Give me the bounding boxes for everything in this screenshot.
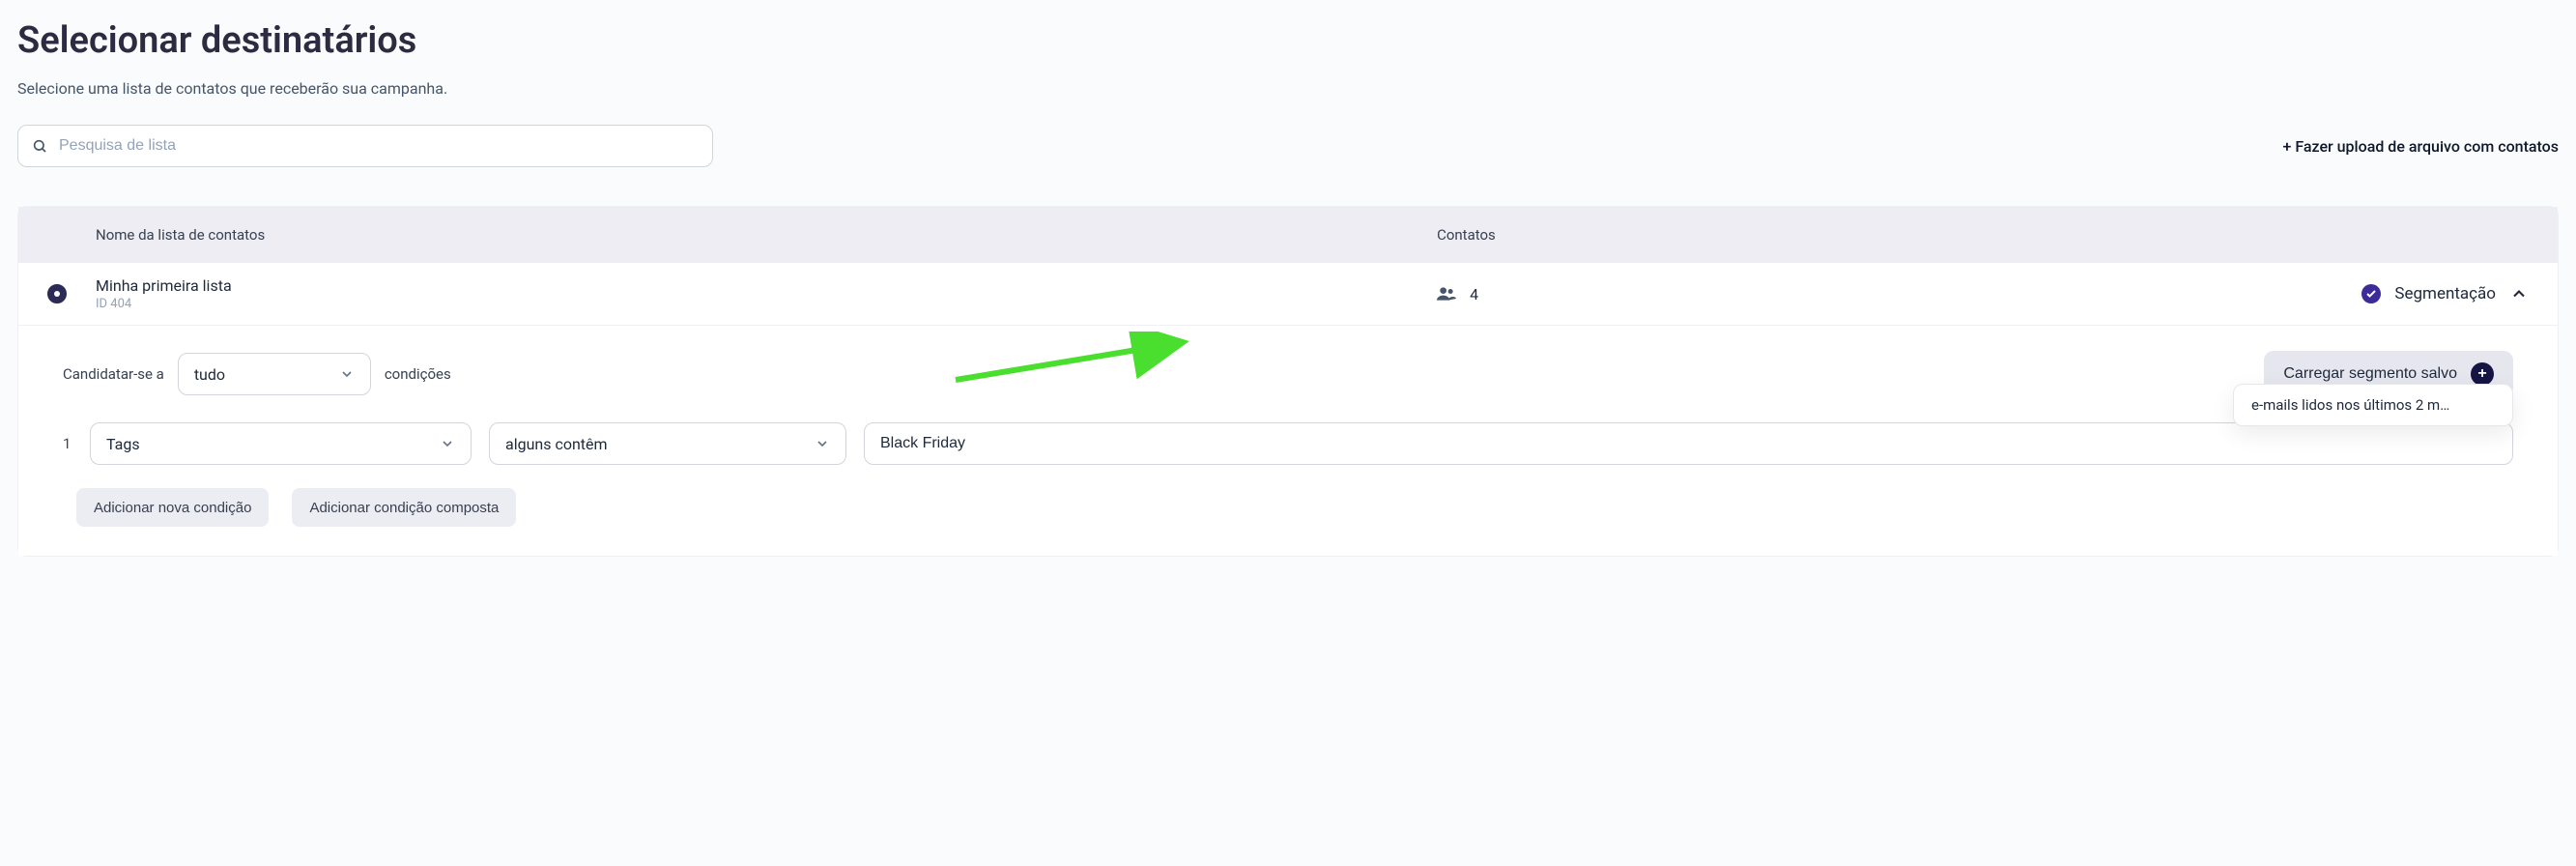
chevron-down-icon <box>339 366 355 382</box>
condition-header: Candidatar-se a tudo condições Carregar … <box>63 351 2513 397</box>
upload-contacts-link[interactable]: + Fazer upload de arquivo com contatos <box>2282 137 2559 156</box>
people-icon <box>1437 287 1456 301</box>
condition-row: 1 Tags alguns contêm <box>63 422 2513 465</box>
add-condition-button[interactable]: Adicionar nova condição <box>76 488 269 527</box>
search-box[interactable] <box>17 125 713 167</box>
add-composite-condition-button[interactable]: Adicionar condição composta <box>292 488 516 527</box>
condition-value-input[interactable] <box>864 422 2513 465</box>
search-icon <box>32 138 47 154</box>
check-circle-icon <box>2361 284 2381 303</box>
page-title: Selecionar destinatários <box>17 19 2559 62</box>
segmentation-toggle[interactable]: Segmentação <box>2032 284 2529 303</box>
conditions-label: condições <box>385 365 451 383</box>
list-name: Minha primeira lista <box>96 276 1437 295</box>
list-id: ID 404 <box>96 297 1437 311</box>
condition-actions: Adicionar nova condição Adicionar condiç… <box>63 488 2513 527</box>
condition-index: 1 <box>63 435 72 452</box>
plus-circle-icon: + <box>2471 362 2494 386</box>
contacts-panel: Nome da lista de contatos Contatos Minha… <box>17 206 2559 557</box>
match-mode-value: tudo <box>194 365 225 384</box>
condition-field-select[interactable]: Tags <box>90 422 472 465</box>
saved-segment-dropdown-item[interactable]: e-mails lidos nos últimos 2 m… <box>2233 384 2513 426</box>
chevron-down-icon <box>440 436 455 451</box>
segmentation-label: Segmentação <box>2394 284 2496 303</box>
condition-operator-select[interactable]: alguns contêm <box>489 422 846 465</box>
search-row: + Fazer upload de arquivo com contatos <box>17 125 2559 167</box>
table-header: Nome da lista de contatos Contatos <box>18 207 2558 263</box>
chevron-down-icon <box>815 436 830 451</box>
apply-to-label: Candidatar-se a <box>63 365 164 383</box>
page-subtitle: Selecione uma lista de contatos que rece… <box>17 79 2559 98</box>
condition-operator-value: alguns contêm <box>505 435 608 453</box>
contacts-cell: 4 <box>1437 285 2032 303</box>
header-contacts: Contatos <box>1437 226 2032 244</box>
table-row[interactable]: Minha primeira lista ID 404 4 Segmentaçã… <box>18 263 2558 326</box>
contacts-count: 4 <box>1470 285 1478 303</box>
segmentation-panel: Candidatar-se a tudo condições Carregar … <box>18 326 2558 556</box>
radio-selected[interactable] <box>47 284 67 303</box>
match-mode-select[interactable]: tudo <box>178 353 371 395</box>
header-name: Nome da lista de contatos <box>47 226 1437 244</box>
condition-field-value: Tags <box>106 435 140 453</box>
load-saved-segment-label: Carregar segmento salvo <box>2283 365 2457 383</box>
search-input[interactable] <box>59 137 699 155</box>
chevron-up-icon <box>2509 284 2529 303</box>
